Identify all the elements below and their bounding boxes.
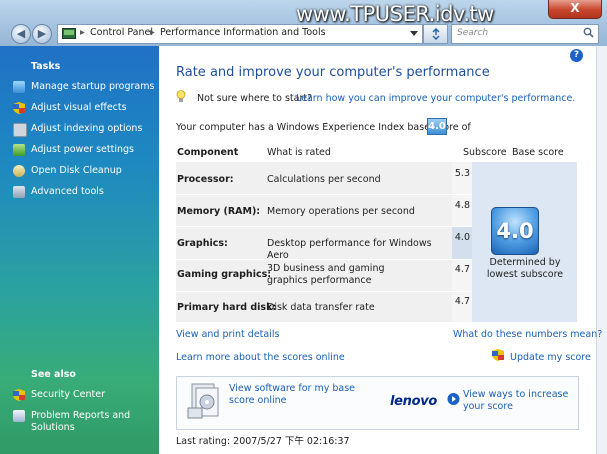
- improve-performance-link[interactable]: Learn how you can improve your computer'…: [296, 93, 575, 104]
- row-component: Processor:: [177, 174, 234, 185]
- lenovo-logo: lenovo: [390, 394, 438, 409]
- tools-icon: [13, 186, 25, 198]
- row-what: Disk data transfer rate: [267, 302, 375, 313]
- tip-question: Not sure where to start?: [197, 93, 313, 104]
- tasks-heading: Tasks: [31, 61, 61, 72]
- address-bar[interactable]: ▸ Control Panel ▸ Performance Informatio…: [57, 24, 423, 44]
- shield-icon: [13, 389, 25, 401]
- close-icon: X: [570, 1, 580, 15]
- search-icon[interactable]: [583, 27, 594, 38]
- row-subscore: 4.7: [454, 264, 470, 275]
- table-row: Gaming graphics: 3D business and gaming …: [176, 259, 471, 292]
- row-subscore: 5.3: [454, 168, 470, 179]
- row-subscore: 4.0: [454, 232, 470, 243]
- shield-icon: [13, 102, 25, 114]
- see-also-heading: See also: [31, 369, 76, 380]
- what-numbers-mean-link[interactable]: What do these numbers mean?: [453, 329, 602, 340]
- indexing-icon: [13, 123, 27, 137]
- row-subscore: 4.8: [454, 200, 470, 211]
- breadcrumb-sep: ▸: [80, 27, 85, 38]
- refresh-button[interactable]: [423, 24, 448, 44]
- row-what: Calculations per second: [267, 174, 381, 185]
- breadcrumb-performance[interactable]: Performance Information and Tools: [160, 27, 326, 38]
- back-button[interactable]: ◀: [11, 24, 31, 44]
- row-what: Memory operations per second: [267, 206, 415, 217]
- row-what: 3D business and gaming graphics performa…: [267, 263, 385, 286]
- power-icon: [13, 144, 25, 156]
- disk-icon: [13, 165, 25, 177]
- table-header: Component What is rated Subscore Base sc…: [176, 140, 577, 163]
- determined-by-text: Determined by lowest subscore: [486, 257, 564, 280]
- sidebar-item-label: Open Disk Cleanup: [31, 165, 122, 176]
- base-score-large-badge: 4.0: [491, 207, 539, 255]
- scrollbar[interactable]: [596, 46, 607, 454]
- forward-button[interactable]: ▶: [32, 24, 52, 44]
- last-rating-text: Last rating: 2007/5/27 下午 02:16:37: [176, 436, 350, 447]
- forward-arrow-icon: ▶: [37, 27, 47, 40]
- sidebar-item-label: Adjust visual effects: [31, 102, 127, 113]
- row-component: Primary hard disk:: [177, 302, 277, 313]
- view-software-link[interactable]: View software for my base score online: [229, 383, 379, 407]
- row-subscore: 4.7: [454, 296, 470, 307]
- table-row: Graphics: Desktop performance for Window…: [176, 227, 471, 261]
- help-button[interactable]: ?: [570, 49, 583, 62]
- sidebar-item-label: Adjust power settings: [31, 144, 134, 155]
- sidebar-item-label: Advanced tools: [31, 186, 104, 197]
- startup-icon: [13, 81, 25, 93]
- search-placeholder: Search: [457, 28, 489, 38]
- search-input[interactable]: Search: [451, 24, 599, 44]
- learn-more-scores-link[interactable]: Learn more about the scores online: [176, 352, 345, 363]
- col-component: Component: [177, 147, 239, 158]
- view-print-details-link[interactable]: View and print details: [176, 329, 279, 340]
- sidebar: Tasks Manage startup programs Adjust vis…: [0, 46, 159, 454]
- col-what: What is rated: [267, 147, 331, 158]
- sidebar-item-label: Manage startup programs: [31, 81, 155, 92]
- watermark: www.TPUSER.idv.tw: [296, 2, 494, 26]
- increase-score-link[interactable]: View ways to increase your score: [463, 389, 575, 413]
- sidebar-item-label: Security Center: [31, 389, 106, 400]
- uac-shield-icon: [492, 349, 504, 361]
- col-base-score: Base score: [512, 147, 564, 158]
- back-arrow-icon: ◀: [16, 27, 26, 40]
- sidebar-item-label: Adjust indexing options: [31, 123, 143, 134]
- table-row: Primary hard disk: Disk data transfer ra…: [176, 291, 471, 324]
- update-score-link[interactable]: Update my score: [510, 352, 591, 363]
- page-title: Rate and improve your computer's perform…: [176, 65, 490, 80]
- control-panel-icon: [62, 28, 76, 39]
- breadcrumb-sep: ▸: [150, 27, 155, 38]
- col-subscore: Subscore: [463, 147, 507, 158]
- close-button[interactable]: X: [548, 0, 602, 19]
- problem-reports-icon: [13, 410, 25, 422]
- refresh-icon: [432, 28, 439, 40]
- table-row: Processor: Calculations per second 5.3: [176, 162, 471, 195]
- sidebar-item-problem-reports[interactable]: Problem Reports and Solutions: [13, 410, 159, 436]
- software-box-icon: [187, 383, 219, 419]
- breadcrumb-control-panel[interactable]: Control Panel: [90, 27, 153, 38]
- lightbulb-icon: [176, 90, 186, 102]
- arrow-right-icon[interactable]: [447, 392, 460, 406]
- base-score-badge: 4.0: [427, 118, 447, 135]
- chevron-down-icon[interactable]: [410, 31, 418, 36]
- row-component: Gaming graphics:: [177, 269, 272, 280]
- row-component: Memory (RAM):: [177, 206, 261, 217]
- row-component: Graphics:: [177, 238, 228, 249]
- sidebar-item-label: Problem Reports and Solutions: [31, 410, 131, 433]
- table-row: Memory (RAM): Memory operations per seco…: [176, 194, 471, 227]
